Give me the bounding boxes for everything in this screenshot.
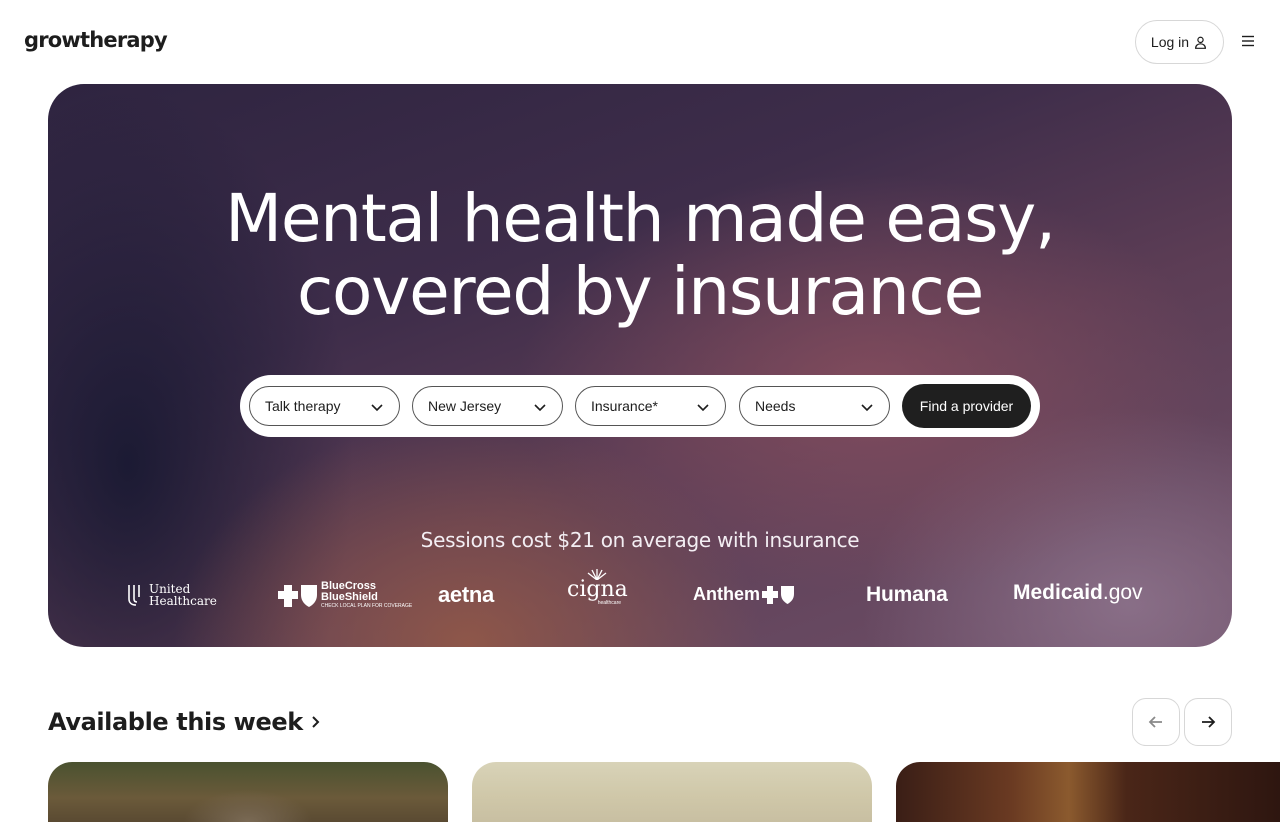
hero-title-line1: Mental health made easy,	[225, 180, 1056, 257]
united-healthcare-logo: United Healthcare	[127, 582, 217, 608]
needs-label: Needs	[755, 398, 796, 414]
carousel-next-button[interactable]	[1184, 698, 1232, 746]
medicaid-suffix: .gov	[1102, 581, 1143, 604]
login-label: Log in	[1150, 34, 1190, 50]
anthem-wordmark: Anthem	[693, 584, 760, 604]
aetna-logo: aetna	[438, 582, 494, 607]
medicaid-wordmark: Medicaid	[1013, 581, 1103, 604]
chevron-down-icon	[534, 404, 546, 412]
cigna-sub: healthcare	[597, 600, 622, 606]
chevron-down-icon	[861, 404, 873, 412]
login-button[interactable]: Log in	[1135, 20, 1224, 64]
therapy-type-label: Talk therapy	[265, 398, 341, 414]
hero-title: Mental health made easy, covered by insu…	[48, 182, 1232, 328]
insurance-label: Insurance*	[591, 398, 658, 414]
user-icon	[1195, 36, 1207, 49]
sessions-cost-text: Sessions cost $21 on average with insura…	[420, 528, 860, 552]
bcbs-line3: CHECK LOCAL PLAN FOR COVERAGE	[321, 603, 413, 609]
bluecross-blueshield-logo: BlueCross BlueShield CHECK LOCAL PLAN FO…	[278, 581, 412, 610]
humana-logo: Humana	[866, 583, 948, 606]
anthem-logo: Anthem	[693, 584, 796, 605]
arrow-left-icon	[1148, 716, 1162, 728]
find-provider-button[interactable]: Find a provider	[902, 384, 1031, 428]
available-title: Available this week	[48, 708, 303, 736]
chevron-right-icon	[312, 716, 320, 728]
cigna-logo: cigna healthcare	[567, 568, 628, 606]
united-line2: Healthcare	[149, 594, 217, 608]
hero-banner: Mental health made easy, covered by insu…	[48, 84, 1232, 647]
hero-title-line2: covered by insurance	[296, 253, 984, 330]
bcbs-line2: BlueShield	[321, 591, 378, 603]
chevron-down-icon	[697, 404, 709, 412]
site-header: growtherapy Log in	[0, 0, 1280, 84]
cigna-wordmark: cigna	[567, 577, 628, 602]
carousel-prev-button[interactable]	[1132, 698, 1180, 746]
anthem-cross-shield-icon	[762, 585, 794, 604]
state-label: New Jersey	[428, 398, 502, 414]
arrow-right-icon	[1202, 716, 1216, 728]
provider-card-3-photo[interactable]	[896, 762, 1280, 822]
available-this-week-link[interactable]: Available this week	[48, 708, 321, 736]
provider-search-bar: Talk therapy New Jersey Insurance* Needs…	[240, 375, 1040, 437]
insurance-select[interactable]: Insurance*	[575, 386, 726, 426]
medicaid-gov-logo: Medicaid .gov	[1013, 581, 1143, 605]
needs-select[interactable]: Needs	[739, 386, 890, 426]
growtherapy-logo[interactable]: growtherapy	[24, 28, 168, 52]
chevron-down-icon	[371, 404, 383, 412]
hamburger-menu-icon[interactable]	[1238, 32, 1258, 50]
insurer-logos: United Healthcare BlueCross BlueShield C…	[48, 569, 1232, 624]
provider-card-1-photo[interactable]	[48, 762, 448, 822]
provider-card-2-photo[interactable]	[472, 762, 872, 822]
state-select[interactable]: New Jersey	[412, 386, 563, 426]
therapy-type-select[interactable]: Talk therapy	[249, 386, 400, 426]
